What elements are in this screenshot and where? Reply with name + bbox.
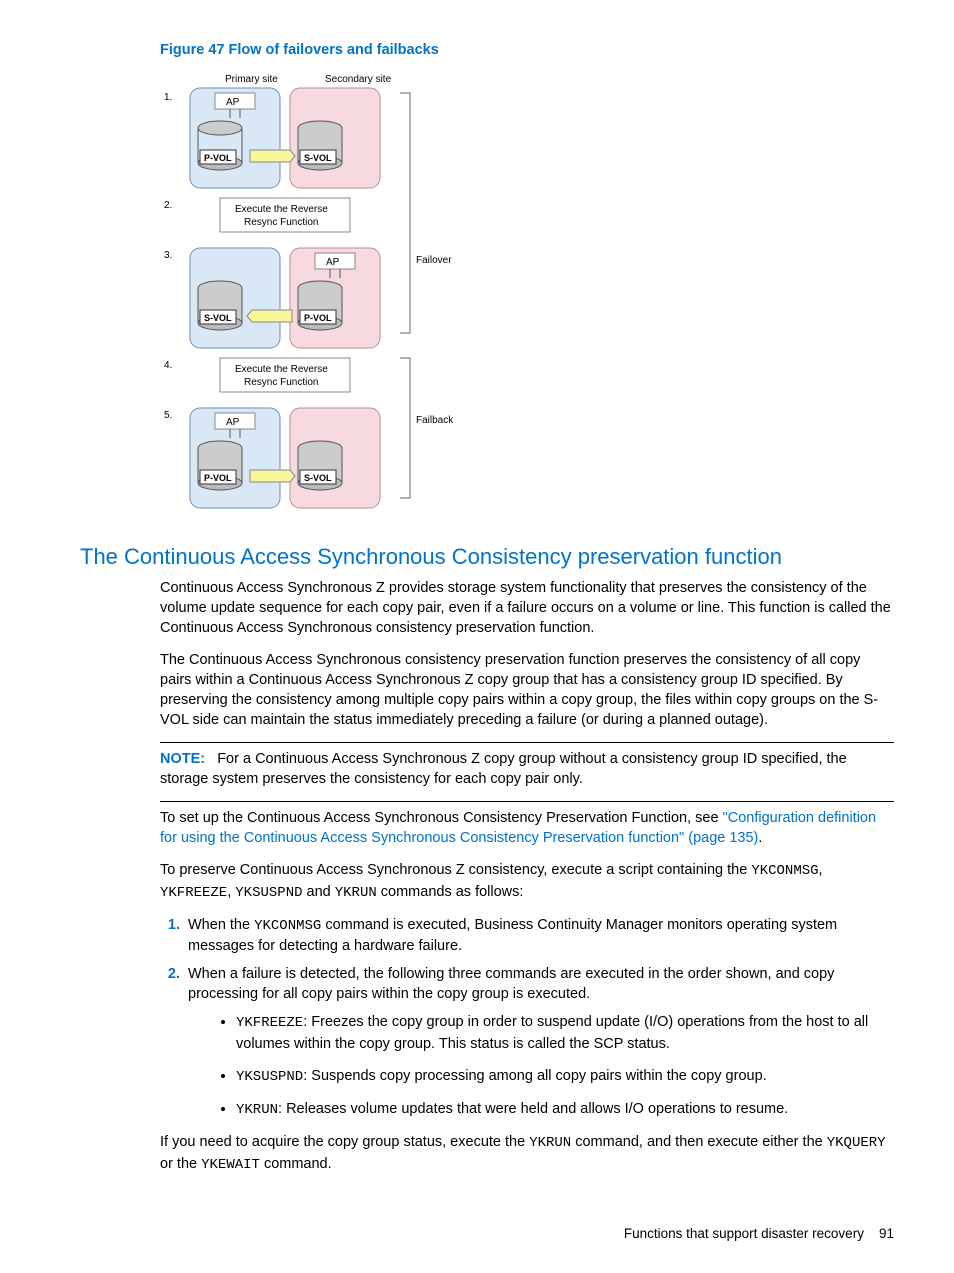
paragraph-3: To set up the Continuous Access Synchron… [160, 808, 894, 848]
sub-yksuspnd: YKSUSPND: Suspends copy processing among… [236, 1066, 894, 1087]
figure-caption: Figure 47 Flow of failovers and failback… [160, 40, 894, 60]
svg-text:AP: AP [226, 97, 240, 108]
page-number: 91 [879, 1226, 894, 1241]
step-1: When the YKCONMSG command is executed, B… [184, 915, 894, 956]
svg-text:P-VOL: P-VOL [204, 473, 232, 483]
page-footer: Functions that support disaster recovery… [80, 1225, 894, 1244]
svg-text:S-VOL: S-VOL [304, 473, 332, 483]
section-heading: The Continuous Access Synchronous Consis… [80, 542, 894, 572]
secondary-site-label: Secondary site [325, 74, 392, 85]
svg-text:3.: 3. [164, 250, 172, 261]
svg-text:1.: 1. [164, 92, 172, 103]
ykrun-cmd: YKRUN [335, 885, 377, 901]
sub-list: YKFREEZE: Freezes the copy group in orde… [218, 1012, 894, 1120]
sub-ykfreeze: YKFREEZE: Freezes the copy group in orde… [236, 1012, 894, 1053]
sub-ykrun: YKRUN: Releases volume updates that were… [236, 1099, 894, 1120]
ykfreeze-cmd: YKFREEZE [160, 885, 227, 901]
svg-text:P-VOL: P-VOL [304, 313, 332, 323]
footer-text: Functions that support disaster recovery [624, 1226, 864, 1241]
svg-text:P-VOL: P-VOL [204, 153, 232, 163]
note-divider-bottom [160, 801, 894, 802]
svg-text:Resync Function: Resync Function [244, 217, 318, 228]
svg-text:5.: 5. [164, 410, 172, 421]
paragraph-2: The Continuous Access Synchronous consis… [160, 650, 894, 730]
yksuspnd-cmd: YKSUSPND [235, 885, 302, 901]
note-text: For a Continuous Access Synchronous Z co… [160, 751, 847, 787]
paragraph-1: Continuous Access Synchronous Z provides… [160, 578, 894, 638]
svg-text:AP: AP [226, 417, 240, 428]
svg-text:S-VOL: S-VOL [204, 313, 232, 323]
ykewait-cmd: YKEWAIT [201, 1157, 260, 1173]
steps-list: When the YKCONMSG command is executed, B… [160, 915, 894, 1120]
note-block: NOTE: For a Continuous Access Synchronou… [160, 749, 894, 789]
note-divider-top [160, 742, 894, 743]
note-label: NOTE: [160, 751, 205, 767]
ykquery-cmd: YKQUERY [827, 1135, 886, 1151]
paragraph-5: If you need to acquire the copy group st… [160, 1132, 894, 1175]
svg-text:2.: 2. [164, 200, 172, 211]
ykconmsg-cmd: YKCONMSG [751, 863, 818, 879]
step-2: When a failure is detected, the followin… [184, 964, 894, 1120]
svg-text:Execute the Reverse: Execute the Reverse [235, 364, 328, 375]
svg-text:AP: AP [326, 257, 340, 268]
svg-text:Failover: Failover [416, 255, 452, 266]
primary-site-label: Primary site [225, 74, 278, 85]
svg-text:Resync Function: Resync Function [244, 377, 318, 388]
svg-text:4.: 4. [164, 360, 172, 371]
svg-text:Failback: Failback [416, 415, 454, 426]
svol-cylinder-icon: S-VOL [298, 121, 342, 170]
paragraph-4: To preserve Continuous Access Synchronou… [160, 860, 894, 903]
figure-47: Primary site Secondary site 1. 2. 3. 4. … [160, 68, 894, 524]
svg-text:S-VOL: S-VOL [304, 153, 332, 163]
reverse-resync-label-1: Execute the Reverse [235, 204, 328, 215]
